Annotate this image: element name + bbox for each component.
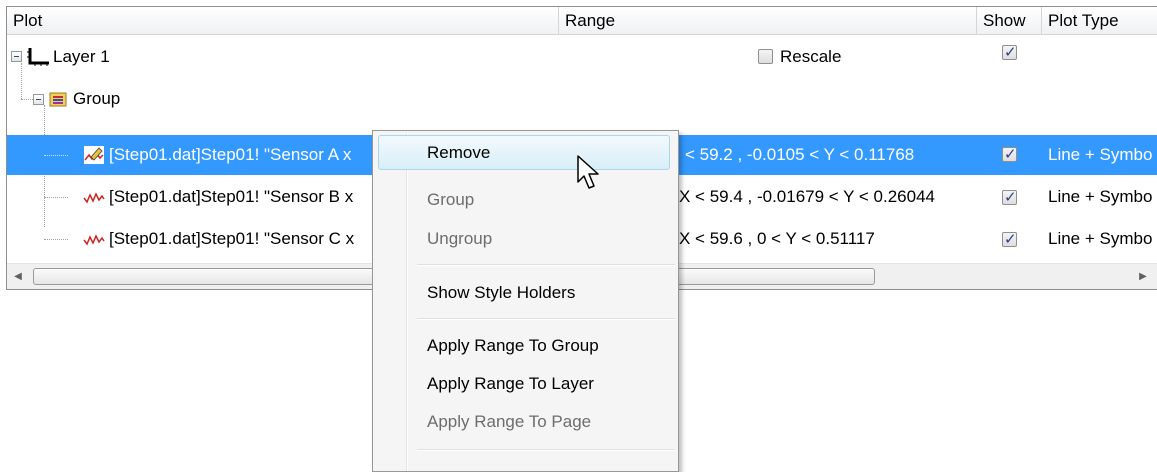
menu-item-show-style-holders[interactable]: Show Style Holders	[427, 280, 575, 306]
column-header-range-label: Range	[565, 11, 616, 30]
group-folder-icon	[49, 92, 67, 107]
tree-connector	[44, 197, 68, 198]
menu-item-ungroup[interactable]: Ungroup	[427, 226, 492, 252]
rescale-checkbox[interactable]	[758, 49, 773, 64]
plot-range: X < 59.4 , -0.01679 < Y < 0.26044	[679, 187, 936, 206]
menu-separator	[417, 449, 675, 451]
plot-label: [Step01.dat]Step01! "Sensor A x	[109, 145, 352, 164]
column-header-show-label: Show	[983, 11, 1026, 30]
context-menu: Remove Group Ungroup Show Style Holders …	[372, 130, 679, 472]
group-label: Group	[73, 89, 121, 108]
mouse-pointer-icon	[577, 155, 599, 189]
tree-row-group[interactable]: Group	[7, 79, 1157, 119]
line-plot-icon	[83, 192, 105, 204]
layer-axes-icon	[27, 48, 49, 66]
plot-type: Line + Symbo	[1048, 145, 1153, 164]
plot-type: Line + Symbo	[1048, 187, 1153, 206]
menu-item-group[interactable]: Group	[427, 187, 474, 213]
plot-label: [Step01.dat]Step01! "Sensor C x	[109, 229, 355, 248]
plot-type: Line + Symbo	[1048, 229, 1153, 248]
plot-show-checkbox[interactable]	[1002, 188, 1017, 206]
menu-separator	[417, 264, 675, 266]
collapse-icon[interactable]	[33, 94, 44, 105]
plot-range: X < 59.6 , 0 < Y < 0.51117	[679, 229, 875, 248]
edit-plot-icon	[84, 146, 104, 164]
column-header-show[interactable]: Show	[977, 7, 1042, 35]
menu-item-apply-range-to-layer[interactable]: Apply Range To Layer	[427, 371, 594, 397]
plot-range: < 59.2 , -0.0105 < Y < 0.11768	[685, 145, 915, 164]
column-header-plot-type-label: Plot Type	[1048, 11, 1119, 30]
scroll-left-icon[interactable]: ◀	[11, 270, 25, 284]
line-plot-icon	[83, 234, 105, 246]
menu-item-remove[interactable]: Remove	[427, 140, 490, 166]
tree-row-layer[interactable]: Layer 1 Rescale	[7, 37, 1157, 77]
column-header-plot-label: Plot	[13, 11, 43, 30]
collapse-icon[interactable]	[11, 51, 22, 62]
rescale-label: Rescale	[780, 47, 842, 66]
column-header-plot[interactable]: Plot	[7, 7, 559, 35]
scroll-right-icon[interactable]: ▶	[1136, 270, 1150, 284]
column-header-range[interactable]: Range	[559, 7, 977, 35]
menu-separator	[417, 318, 675, 320]
menu-item-highlight	[378, 135, 670, 170]
menu-item-apply-range-to-group[interactable]: Apply Range To Group	[427, 333, 599, 359]
tree-connector	[44, 239, 68, 240]
menu-icon-gutter	[406, 133, 408, 471]
plot-show-checkbox[interactable]	[1002, 230, 1017, 248]
layer-show-checkbox[interactable]	[1002, 43, 1017, 61]
column-header-plot-type[interactable]: Plot Type	[1042, 7, 1157, 35]
plot-label: [Step01.dat]Step01! "Sensor B x	[109, 187, 354, 206]
tree-connector	[44, 155, 68, 156]
plot-show-checkbox[interactable]	[1002, 145, 1017, 163]
menu-item-apply-range-to-page[interactable]: Apply Range To Page	[427, 409, 591, 435]
layer-label: Layer 1	[53, 47, 110, 66]
